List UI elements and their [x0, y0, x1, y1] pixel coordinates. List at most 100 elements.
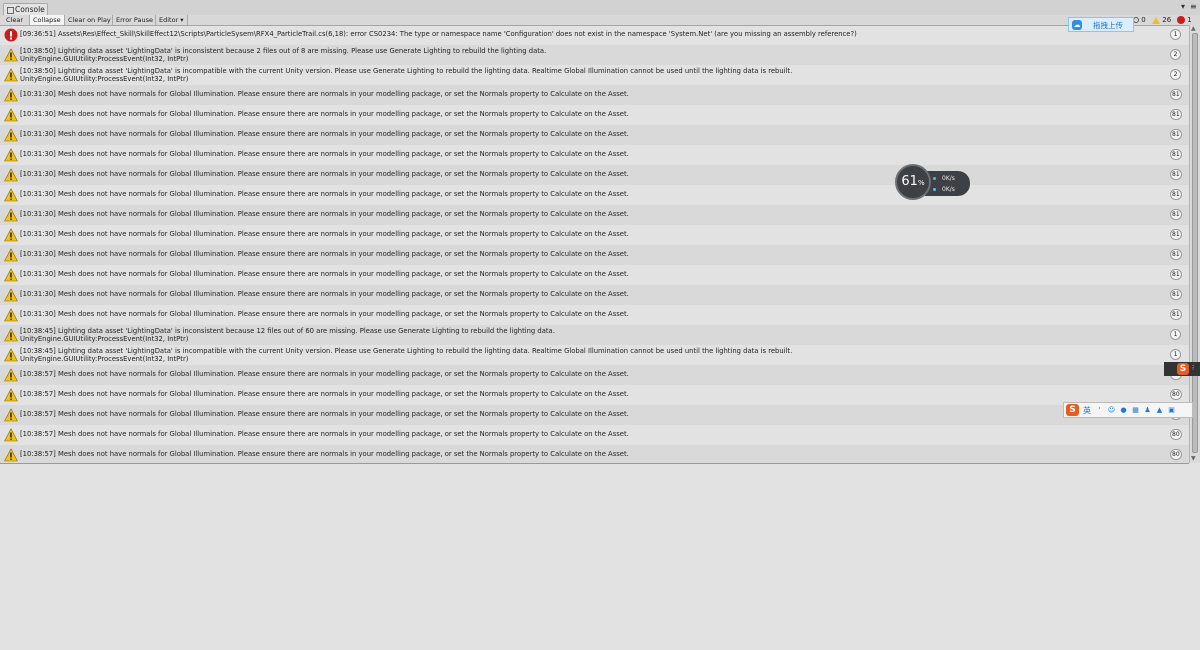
window-options-icon[interactable]: ≡ [1190, 2, 1197, 11]
console-icon [7, 7, 14, 14]
warning-icon [4, 448, 18, 462]
ime-mode-toggle[interactable]: 英 [1083, 405, 1091, 416]
log-entry[interactable]: [10:38:45] Lighting data asset 'Lighting… [0, 325, 1189, 345]
warning-icon [4, 88, 18, 102]
log-entry[interactable]: [10:31:30] Mesh does not have normals fo… [0, 145, 1189, 165]
warning-icon [4, 228, 18, 242]
log-count-badge: 80 [1170, 389, 1182, 400]
clear-button[interactable]: Clear [3, 15, 30, 25]
skin-icon[interactable]: ▲ [1155, 406, 1164, 415]
log-entry[interactable]: [10:31:30] Mesh does not have normals fo… [0, 105, 1189, 125]
log-entry[interactable]: [10:38:57] Mesh does not have normals fo… [0, 445, 1189, 463]
log-message: [10:38:50] Lighting data asset 'Lighting… [20, 47, 546, 63]
log-entry[interactable]: [10:31:30] Mesh does not have normals fo… [0, 305, 1189, 325]
keyboard-icon[interactable]: ▦ [1131, 406, 1140, 415]
warning-icon [4, 148, 18, 162]
log-message: [09:36:51] Assets\Res\Effect_Skill\Skill… [20, 30, 857, 38]
log-entry[interactable]: [10:38:45] Lighting data asset 'Lighting… [0, 345, 1189, 365]
log-count-badge: 81 [1170, 89, 1182, 100]
microphone-icon[interactable]: ● [1119, 406, 1128, 415]
toolbox-icon[interactable]: ▣ [1167, 406, 1176, 415]
log-message-line: [10:38:57] Mesh does not have normals fo… [20, 390, 629, 398]
log-entry[interactable]: [09:36:51] Assets\Res\Effect_Skill\Skill… [0, 25, 1189, 45]
log-count-badge: 2 [1170, 49, 1181, 60]
log-count-badge: 81 [1170, 149, 1182, 160]
memory-percent-unit: % [917, 179, 925, 187]
log-entry[interactable]: [10:38:57] Mesh does not have normals fo… [0, 385, 1189, 405]
sogou-logo-icon: S [1177, 363, 1189, 375]
log-entry[interactable]: [10:31:30] Mesh does not have normals fo… [0, 125, 1189, 145]
log-message-line: [10:31:30] Mesh does not have normals fo… [20, 210, 629, 218]
ime-mini-bar[interactable]: S ⁝ [1164, 362, 1200, 376]
warning-count-toggle[interactable]: 26 [1152, 15, 1171, 25]
warning-icon [4, 48, 18, 62]
warning-icon [4, 368, 18, 382]
log-entry[interactable]: [10:31:30] Mesh does not have normals fo… [0, 285, 1189, 305]
punctuation-icon[interactable]: ' [1095, 406, 1104, 415]
log-entry[interactable]: [10:31:30] Mesh does not have normals fo… [0, 165, 1189, 185]
log-message: [10:31:30] Mesh does not have normals fo… [20, 230, 629, 238]
memory-percent: 61 [901, 174, 918, 189]
log-count-badge: 1 [1170, 29, 1181, 40]
log-message-line: [10:38:57] Mesh does not have normals fo… [20, 370, 629, 378]
editor-dropdown[interactable]: Editor ▾ [156, 15, 188, 25]
log-message-line: [10:31:30] Mesh does not have normals fo… [20, 190, 629, 198]
log-scrollbar[interactable]: ▲ ▼ [1189, 25, 1200, 463]
window-menu-icon[interactable]: ▾ [1181, 2, 1185, 11]
log-message: [10:31:30] Mesh does not have normals fo… [20, 110, 629, 118]
log-count-badge: 1 [1170, 329, 1181, 340]
log-entry[interactable]: [10:31:30] Mesh does not have normals fo… [0, 85, 1189, 105]
drag-upload-button[interactable]: ☁ 拖拽上传 [1068, 17, 1134, 32]
warning-icon [4, 328, 18, 342]
info-count: 0 [1141, 16, 1146, 24]
scroll-up-icon[interactable]: ▲ [1191, 25, 1196, 32]
log-message-line: [10:38:45] Lighting data asset 'Lighting… [20, 327, 555, 335]
scroll-down-icon[interactable]: ▼ [1191, 455, 1196, 462]
log-entry[interactable]: [10:38:50] Lighting data asset 'Lighting… [0, 65, 1189, 85]
log-count-badge: 81 [1170, 189, 1182, 200]
log-entry[interactable]: [10:31:30] Mesh does not have normals fo… [0, 225, 1189, 245]
log-message-line: [10:31:30] Mesh does not have normals fo… [20, 110, 629, 118]
log-entry[interactable]: [10:38:57] Mesh does not have normals fo… [0, 365, 1189, 385]
log-count-badge: 81 [1170, 249, 1182, 260]
console-log-list[interactable]: [09:36:51] Assets\Res\Effect_Skill\Skill… [0, 25, 1189, 464]
upload-dot-icon [933, 177, 936, 180]
log-message-line: [10:31:30] Mesh does not have normals fo… [20, 170, 629, 178]
log-entry[interactable]: [10:38:57] Mesh does not have normals fo… [0, 425, 1189, 445]
log-entry[interactable]: [10:38:50] Lighting data asset 'Lighting… [0, 45, 1189, 65]
warning-count: 26 [1162, 16, 1172, 24]
ime-more-icon[interactable]: ⁝ [1192, 364, 1194, 372]
log-message-line: [09:36:51] Assets\Res\Effect_Skill\Skill… [20, 30, 857, 38]
log-entry[interactable]: [10:31:30] Mesh does not have normals fo… [0, 245, 1189, 265]
log-entry[interactable]: [10:31:30] Mesh does not have normals fo… [0, 265, 1189, 285]
user-icon[interactable]: ♟ [1143, 406, 1152, 415]
window-titlebar: Console ▾ ≡ [0, 0, 1200, 15]
log-count-badge: 80 [1170, 449, 1182, 460]
error-icon [4, 28, 18, 42]
log-message-line: [10:31:30] Mesh does not have normals fo… [20, 290, 629, 298]
sogou-logo-icon[interactable]: S [1066, 404, 1079, 416]
collapse-button[interactable]: Collapse [30, 15, 65, 25]
log-message-line: [10:38:57] Mesh does not have normals fo… [20, 450, 629, 458]
log-count-badge: 81 [1170, 269, 1182, 280]
log-entry[interactable]: [10:31:30] Mesh does not have normals fo… [0, 205, 1189, 225]
emoji-icon[interactable]: ☺ [1107, 406, 1116, 415]
info-count-toggle[interactable]: 0 [1133, 15, 1146, 25]
log-message-line: [10:38:50] Lighting data asset 'Lighting… [20, 67, 793, 75]
upload-speed: 0K/s [933, 175, 955, 182]
tab-console[interactable]: Console [3, 3, 48, 15]
clear-on-play-button[interactable]: Clear on Play [65, 15, 113, 25]
warning-icon [4, 108, 18, 122]
error-count-toggle[interactable]: 1 [1177, 15, 1192, 25]
memory-usage-gauge[interactable]: 61% [895, 164, 931, 200]
log-stacktrace-line: UnityEngine.GUIUtility:ProcessEvent(Int3… [20, 75, 189, 83]
scrollbar-thumb[interactable] [1192, 33, 1198, 453]
log-message: [10:38:57] Mesh does not have normals fo… [20, 450, 629, 458]
log-message-line: [10:31:30] Mesh does not have normals fo… [20, 150, 629, 158]
error-pause-button[interactable]: Error Pause [113, 15, 156, 25]
log-entry[interactable]: [10:31:30] Mesh does not have normals fo… [0, 185, 1189, 205]
log-entry[interactable]: [10:38:57] Mesh does not have normals fo… [0, 405, 1189, 425]
log-message: [10:31:30] Mesh does not have normals fo… [20, 210, 629, 218]
log-message-line: [10:31:30] Mesh does not have normals fo… [20, 270, 629, 278]
log-message: [10:38:57] Mesh does not have normals fo… [20, 370, 629, 378]
